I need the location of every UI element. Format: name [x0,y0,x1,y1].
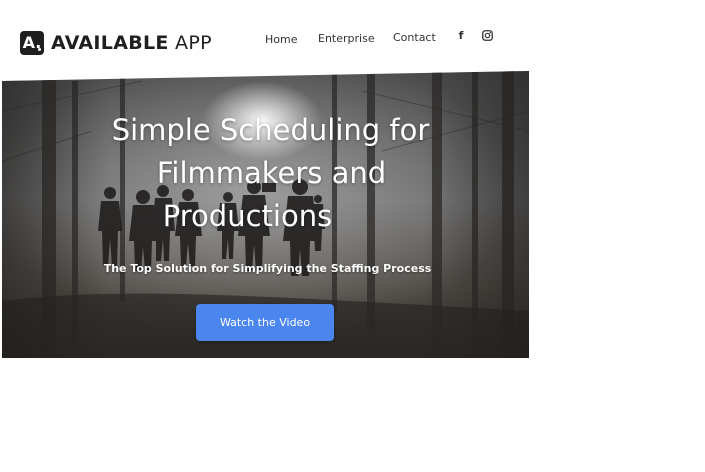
brand-name-light: APP [168,32,212,54]
brand-name: AVAILABLE APP [51,32,212,54]
instagram-icon[interactable] [482,30,493,41]
nav-link-enterprise[interactable]: Enterprise [318,32,375,45]
hero-subtitle: The Top Solution for Simplifying the Sta… [103,262,432,275]
logo-mark-icon: A. [20,31,44,55]
social-links: f [456,29,493,42]
watch-video-button[interactable]: Watch the Video [196,304,334,341]
hero-banner: Simple Scheduling for Filmmakers and Pro… [2,71,529,358]
page: A. AVAILABLE APP Home Enterprise Contact… [0,0,705,472]
hero-title-line-3: Productions [162,199,333,233]
hero-title: Simple Scheduling for Filmmakers and Pro… [2,109,529,238]
brand-logo[interactable]: A. AVAILABLE APP [20,31,212,55]
brand-name-bold: AVAILABLE [51,32,169,54]
nav-link-contact[interactable]: Contact [393,31,436,44]
hero-title-line-2: Filmmakers and [156,156,387,190]
facebook-icon[interactable]: f [456,29,466,42]
nav-link-home[interactable]: Home [265,33,297,46]
hero-title-line-1: Simple Scheduling for [111,113,430,147]
